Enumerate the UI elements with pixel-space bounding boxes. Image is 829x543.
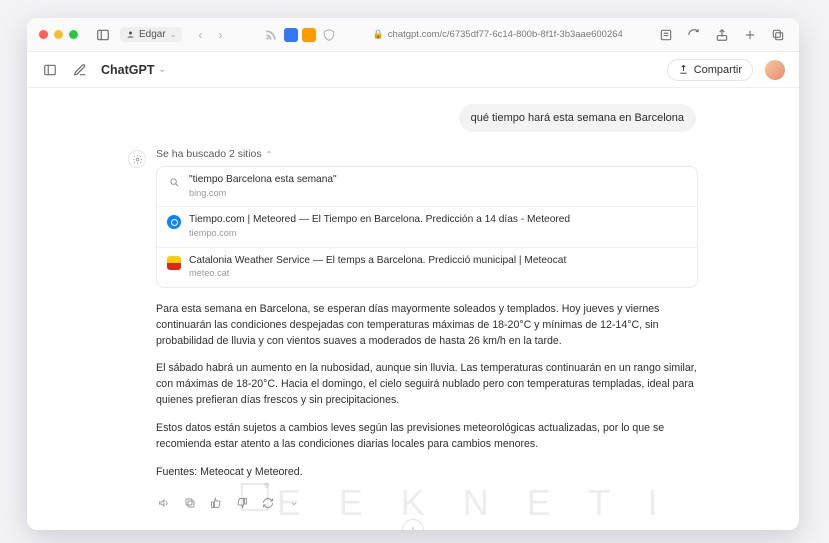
profile-pill[interactable]: Edgar ⌄ <box>120 27 182 42</box>
source-domain: tiempo.com <box>189 228 570 240</box>
more-options-icon[interactable]: ⌄ <box>286 495 302 511</box>
extension-blue-icon[interactable] <box>284 28 298 42</box>
reply-paragraph: Para esta semana en Barcelona, se espera… <box>156 302 698 350</box>
share-label: Compartir <box>694 64 742 76</box>
search-icon <box>167 175 181 189</box>
search-status-text: Se ha buscado 2 sitios <box>156 148 262 160</box>
read-aloud-button[interactable] <box>156 495 172 511</box>
minimize-window-button[interactable] <box>54 30 63 39</box>
site-favicon-icon <box>167 256 181 270</box>
window-traffic-lights <box>39 30 78 39</box>
assistant-avatar-icon <box>128 150 146 168</box>
new-chat-icon[interactable] <box>71 61 89 79</box>
reply-paragraph: Estos datos están sujetos a cambios leve… <box>156 421 698 453</box>
source-domain: bing.com <box>189 188 337 200</box>
maximize-window-button[interactable] <box>69 30 78 39</box>
search-sources-card: "tiempo Barcelona esta semana" bing.com … <box>156 166 698 288</box>
copy-button[interactable] <box>182 495 198 511</box>
assistant-reply-text: Para esta semana en Barcelona, se espera… <box>156 302 698 481</box>
nav-forward-button[interactable]: › <box>212 28 228 42</box>
regenerate-button[interactable] <box>260 495 276 511</box>
share-conversation-button[interactable]: Compartir <box>667 59 753 81</box>
user-message-bubble: qué tiempo hará esta semana en Barcelona <box>459 104 696 132</box>
tabs-overview-icon[interactable] <box>769 26 787 44</box>
user-message-row: qué tiempo hará esta semana en Barcelona <box>118 98 708 148</box>
source-item[interactable]: Catalonia Weather Service — El temps a B… <box>157 248 697 287</box>
close-window-button[interactable] <box>39 30 48 39</box>
share-icon[interactable] <box>713 26 731 44</box>
extension-icons <box>262 26 338 44</box>
user-avatar[interactable] <box>765 60 785 80</box>
source-item[interactable]: Tiempo.com | Meteored — El Tiempo en Bar… <box>157 207 697 247</box>
extension-orange-icon[interactable] <box>302 28 316 42</box>
user-message-text: qué tiempo hará esta semana en Barcelona <box>471 112 684 124</box>
chat-content-area: qué tiempo hará esta semana en Barcelona… <box>27 88 799 530</box>
app-title-text: ChatGPT <box>101 63 154 77</box>
browser-titlebar: Edgar ⌄ ‹ › 🔒 chatgpt.com/c/6735df77-6c1… <box>27 18 799 52</box>
collapse-sidebar-icon[interactable] <box>41 61 59 79</box>
chat-thread: qué tiempo hará esta semana en Barcelona… <box>118 88 708 530</box>
nav-back-button[interactable]: ‹ <box>192 28 208 42</box>
assistant-message: Se ha buscado 2 sitios ⌃ "tiempo Barcelo… <box>118 148 708 519</box>
source-item[interactable]: "tiempo Barcelona esta semana" bing.com <box>157 167 697 207</box>
reload-icon[interactable] <box>685 26 703 44</box>
browser-window: Edgar ⌄ ‹ › 🔒 chatgpt.com/c/6735df77-6c1… <box>27 18 799 530</box>
reply-paragraph: El sábado habrá un aumento en la nubosid… <box>156 361 698 409</box>
reply-paragraph: Fuentes: Meteocat y Meteored. <box>156 465 698 481</box>
url-text: chatgpt.com/c/6735df77-6c14-800b-8f1f-3b… <box>388 29 623 40</box>
thumbs-down-button[interactable] <box>234 495 250 511</box>
shield-icon[interactable] <box>320 26 338 44</box>
new-tab-icon[interactable] <box>741 26 759 44</box>
lock-icon: 🔒 <box>373 29 384 40</box>
sidebar-toggle-icon[interactable] <box>94 26 112 44</box>
scroll-to-bottom-button[interactable]: ↓ <box>402 519 424 530</box>
reader-icon[interactable] <box>657 26 675 44</box>
thumbs-up-button[interactable] <box>208 495 224 511</box>
rss-icon[interactable] <box>262 26 280 44</box>
source-title: "tiempo Barcelona esta semana" <box>189 174 337 187</box>
message-actions: ⌄ <box>156 493 698 519</box>
model-selector[interactable]: ChatGPT ⌄ <box>101 63 166 77</box>
chevron-down-icon: ⌄ <box>158 64 166 75</box>
profile-name: Edgar <box>139 29 166 40</box>
source-title: Catalonia Weather Service — El temps a B… <box>189 255 566 268</box>
chevron-up-icon: ⌃ <box>266 150 273 159</box>
source-title: Tiempo.com | Meteored — El Tiempo en Bar… <box>189 214 570 227</box>
site-favicon-icon <box>167 215 181 229</box>
url-bar[interactable]: 🔒 chatgpt.com/c/6735df77-6c14-800b-8f1f-… <box>346 29 649 40</box>
search-status-header[interactable]: Se ha buscado 2 sitios ⌃ <box>156 148 698 160</box>
app-header: ChatGPT ⌄ Compartir <box>27 52 799 88</box>
source-domain: meteo.cat <box>189 268 566 280</box>
